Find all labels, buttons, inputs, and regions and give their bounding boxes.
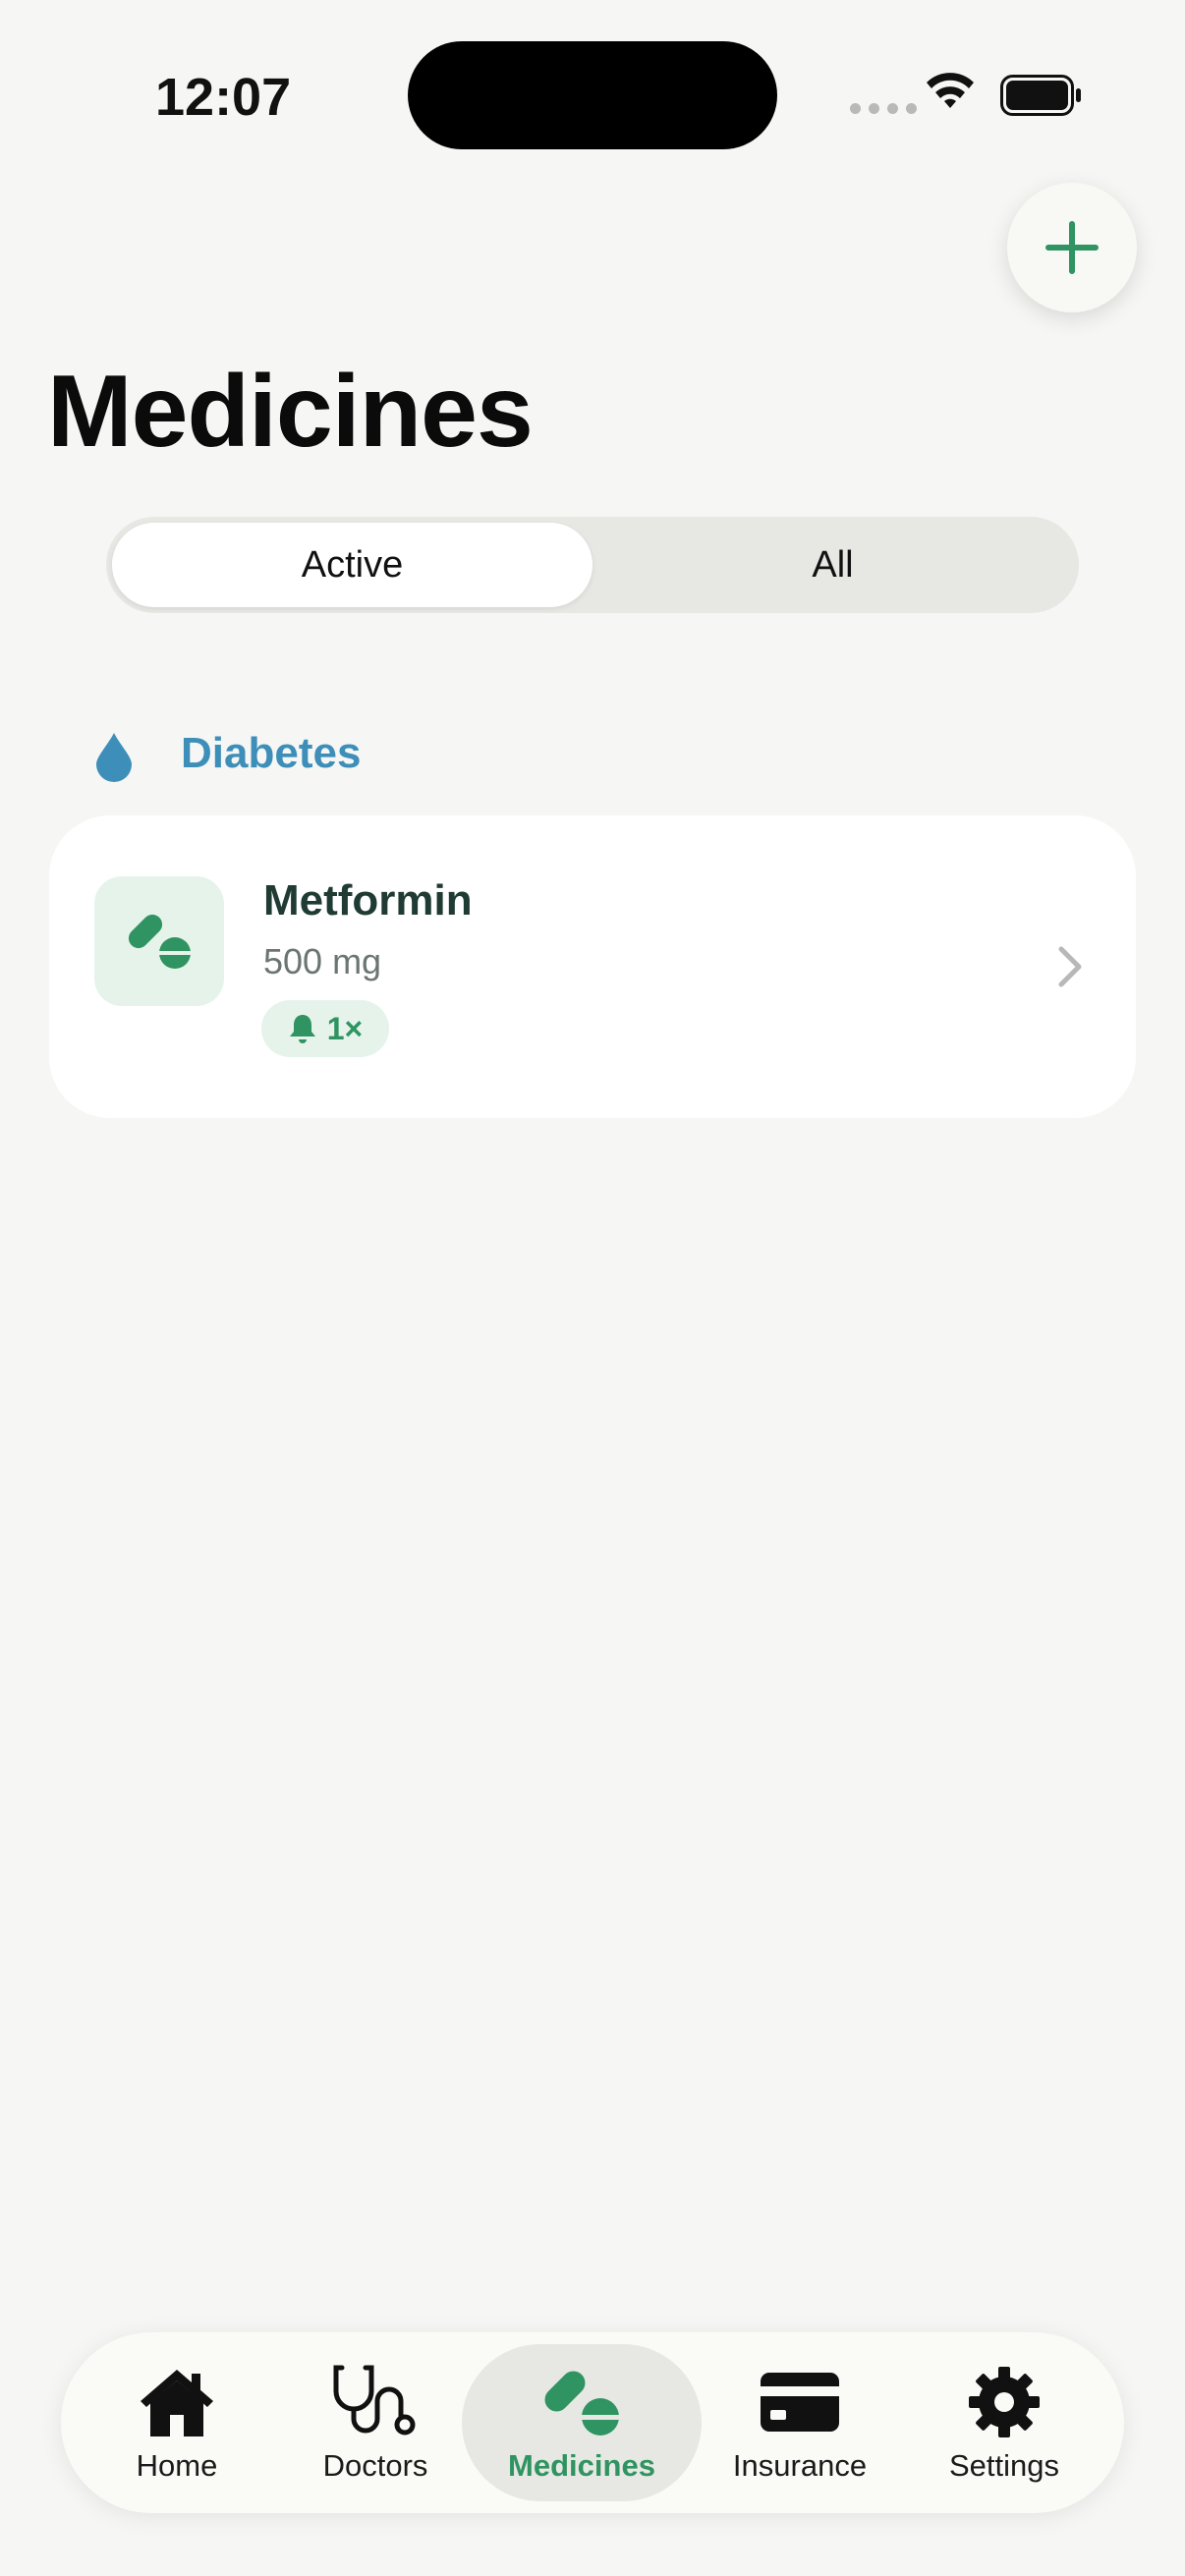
pills-icon	[128, 914, 191, 969]
plus-icon	[1045, 221, 1099, 274]
category-label: Diabetes	[181, 729, 362, 777]
cellular-signal-icon	[850, 103, 917, 114]
segment-all[interactable]: All	[592, 523, 1073, 607]
medicine-dose: 500 mg	[263, 941, 382, 981]
battery-icon	[1000, 75, 1081, 116]
medicine-icon-tile	[94, 876, 224, 1006]
wifi-icon	[927, 73, 974, 108]
tab-settings[interactable]: Settings	[926, 2332, 1083, 2513]
drop-icon	[96, 733, 132, 782]
tab-home[interactable]: Home	[104, 2332, 250, 2513]
tab-doctors[interactable]: Doctors	[303, 2332, 448, 2513]
filter-segmented-control: Active All	[106, 517, 1079, 613]
tab-medicines[interactable]: Medicines	[462, 2344, 702, 2501]
tab-insurance[interactable]: Insurance	[715, 2332, 884, 2513]
chevron-right-icon	[1058, 946, 1082, 987]
stethoscope-icon	[333, 2365, 416, 2436]
card-icon	[761, 2373, 839, 2432]
reminder-count: 1×	[326, 1010, 364, 1046]
house-icon	[141, 2370, 213, 2436]
page-title: Medicines	[47, 355, 534, 469]
dynamic-island	[408, 41, 777, 149]
medicine-name: Metformin	[263, 876, 473, 924]
gear-icon	[969, 2367, 1040, 2437]
status-time: 12:07	[155, 68, 292, 127]
add-medicine-button[interactable]	[1007, 183, 1137, 312]
bell-icon	[289, 1015, 315, 1043]
tab-bar: Home Doctors Medicines Insurance Setting…	[61, 2332, 1124, 2513]
reminder-badge: 1×	[261, 1000, 389, 1057]
segment-active[interactable]: Active	[112, 523, 592, 607]
pills-icon	[544, 2371, 620, 2436]
